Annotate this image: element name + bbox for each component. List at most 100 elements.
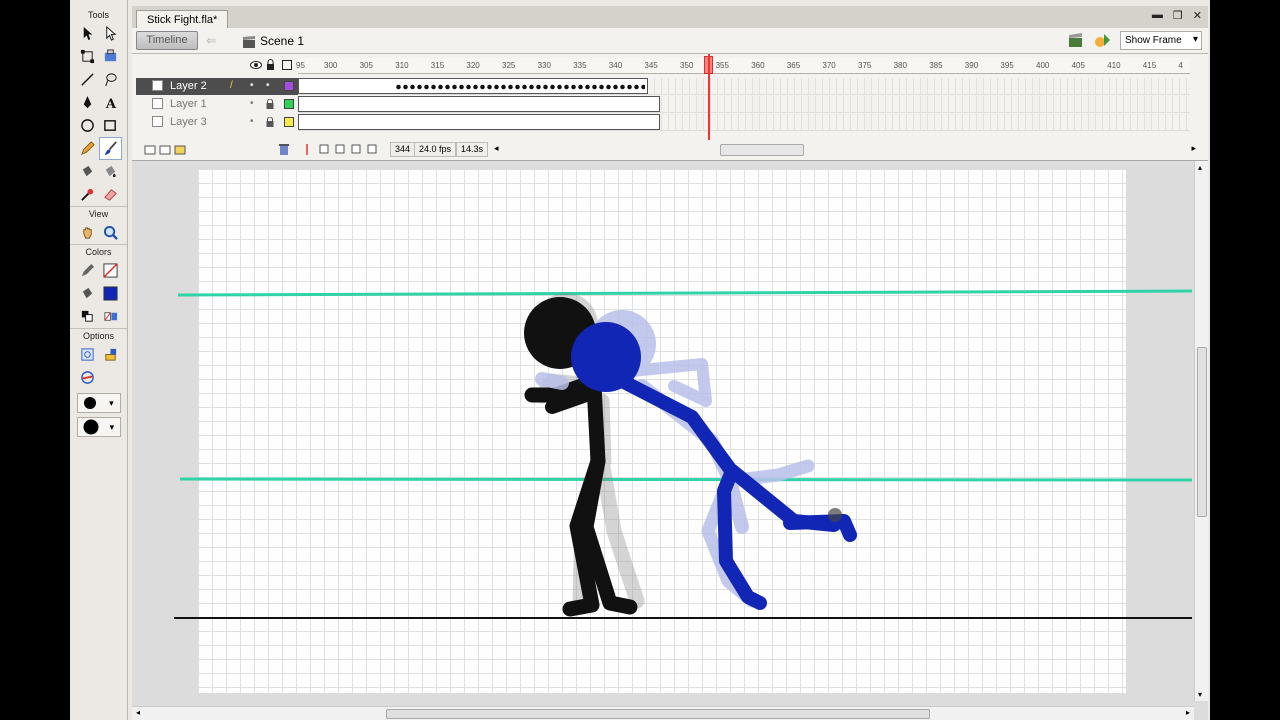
timeline-status-bar: 344 24.0 fps 14.3s ◂ ▸ xyxy=(136,142,1204,158)
edit-scene-icon[interactable] xyxy=(1068,32,1086,48)
scene-label: Scene 1 xyxy=(260,34,305,48)
ruler-tick: 390 xyxy=(964,61,979,70)
frame-span[interactable] xyxy=(298,96,660,112)
hand-tool-icon[interactable] xyxy=(76,221,99,244)
ruler-tick: 370 xyxy=(822,61,836,70)
stage-horizontal-scrollbar[interactable]: ◂ ▸ xyxy=(132,706,1194,720)
selection-tool-icon[interactable] xyxy=(76,22,99,45)
text-tool-icon[interactable]: A xyxy=(99,91,122,114)
layer-row-layer-2[interactable]: Layer 2 / • • xyxy=(136,78,298,95)
ink-bottle-tool-icon[interactable] xyxy=(76,160,99,183)
svg-text:A: A xyxy=(104,97,116,110)
scroll-right-icon[interactable]: ▸ xyxy=(1191,143,1196,154)
colors-section-label: Colors xyxy=(70,244,127,259)
scroll-left-icon[interactable]: ◂ xyxy=(136,708,140,717)
oval-tool-icon[interactable] xyxy=(76,114,99,137)
black-white-icon[interactable] xyxy=(76,305,99,328)
ruler-tick: 380 xyxy=(893,61,907,70)
zoom-select[interactable]: Show Frame xyxy=(1120,31,1202,50)
frames-layer-1[interactable] xyxy=(298,96,1190,113)
pencil-tool-icon[interactable] xyxy=(76,137,99,160)
free-transform-tool-icon[interactable] xyxy=(76,45,99,68)
eyedropper-tool-icon[interactable] xyxy=(76,183,99,206)
timeline-toggle-button[interactable]: Timeline xyxy=(136,31,198,50)
show-hide-eye-icon[interactable] xyxy=(250,60,262,70)
layer-outline-color[interactable] xyxy=(284,81,294,91)
scroll-right-icon[interactable]: ▸ xyxy=(1186,708,1190,717)
layer-row-layer-1[interactable]: Layer 1 • xyxy=(136,96,298,113)
document-tab[interactable]: Stick Fight.fla* xyxy=(136,10,229,28)
brush-tool-icon[interactable] xyxy=(98,137,122,160)
onion-skin-buttons-icon[interactable] xyxy=(302,143,382,156)
visibility-dot[interactable]: • xyxy=(250,116,254,127)
ruler-tick: 4 xyxy=(1178,61,1183,70)
window-controls: ▬ ❐ ✕ xyxy=(1152,9,1202,22)
pencil-edit-icon: / xyxy=(230,80,233,91)
frames-layer-2[interactable] xyxy=(298,78,1190,95)
stage-area[interactable]: ▴ ▾ ◂ ▸ xyxy=(132,160,1208,720)
subselection-tool-icon[interactable] xyxy=(99,22,122,45)
object-drawing-icon[interactable] xyxy=(76,343,99,366)
ruler-tick: 95 xyxy=(296,61,305,70)
outline-layers-icon[interactable] xyxy=(282,60,292,70)
elapsed-time-display: 14.3s xyxy=(456,142,489,157)
lasso-tool-icon[interactable] xyxy=(99,68,122,91)
ruler-tick: 350 xyxy=(680,61,694,70)
lock-icon[interactable] xyxy=(266,117,274,127)
frames-layer-3[interactable] xyxy=(298,114,1190,131)
brush-mode-icon[interactable] xyxy=(76,366,99,389)
layer-outline-color[interactable] xyxy=(284,99,294,109)
lock-dot[interactable]: • xyxy=(266,80,270,91)
line-tool-icon[interactable] xyxy=(76,68,99,91)
brush-shape-select[interactable]: ▾ xyxy=(76,417,121,437)
edit-symbols-icon[interactable] xyxy=(1094,32,1112,48)
stroke-color-swatch[interactable] xyxy=(99,259,122,282)
scroll-left-icon[interactable]: ◂ xyxy=(494,143,499,154)
scroll-up-icon[interactable]: ▴ xyxy=(1198,163,1202,172)
lock-fill-icon[interactable] xyxy=(99,343,122,366)
scene-breadcrumb[interactable]: Scene 1 xyxy=(242,34,304,49)
ruler-tick: 320 xyxy=(466,61,480,70)
gradient-transform-tool-icon[interactable] xyxy=(99,45,122,68)
frame-rate-display[interactable]: 24.0 fps xyxy=(414,142,457,157)
visibility-dot[interactable]: • xyxy=(250,80,254,91)
options-section-label: Options xyxy=(70,328,127,343)
brush-size-select[interactable]: ▾ xyxy=(76,393,121,413)
layer-outline-color[interactable] xyxy=(284,117,294,127)
stroke-color-pencil-icon[interactable] xyxy=(76,259,99,282)
visibility-dot[interactable]: • xyxy=(250,98,254,109)
pen-tool-icon[interactable] xyxy=(76,91,99,114)
swap-colors-icon[interactable] xyxy=(99,305,122,328)
stage-horizontal-thumb[interactable] xyxy=(386,709,930,719)
frame-ruler[interactable]: 95 300 305 310 315 320 325 330 335 340 345 350 355 36… xyxy=(296,58,1190,74)
zoom-tool-icon[interactable] xyxy=(99,221,122,244)
fill-color-bucket-icon[interactable] xyxy=(76,282,99,305)
frame-span[interactable] xyxy=(298,114,660,130)
stage-vertical-scrollbar[interactable]: ▴ ▾ xyxy=(1194,161,1208,701)
restore-icon[interactable]: ❐ xyxy=(1173,9,1183,22)
back-arrow-icon[interactable]: ⇐ xyxy=(206,33,217,49)
ruler-tick: 385 xyxy=(929,61,943,70)
fill-color-swatch[interactable] xyxy=(99,282,122,305)
ruler-tick: 305 xyxy=(359,61,373,70)
ruler-tick: 325 xyxy=(502,61,516,70)
guide-line-top xyxy=(177,289,1193,297)
lock-icon[interactable] xyxy=(266,99,274,109)
brush-shape-circle-icon xyxy=(83,419,99,435)
delete-layer-trash-icon[interactable] xyxy=(278,143,290,156)
layer-buttons-icon[interactable] xyxy=(144,144,186,156)
lock-layers-icon[interactable] xyxy=(266,59,275,70)
timeline-scroll-thumb[interactable] xyxy=(720,144,804,156)
paint-bucket-tool-icon[interactable] xyxy=(99,160,122,183)
close-icon[interactable]: ✕ xyxy=(1193,9,1202,22)
ruler-tick: 340 xyxy=(608,61,623,70)
eraser-tool-icon[interactable] xyxy=(99,183,122,206)
stick-fight-artwork[interactable] xyxy=(132,161,1208,701)
rectangle-tool-icon[interactable] xyxy=(99,114,122,137)
ruler-tick: 300 xyxy=(324,61,338,70)
layer-row-layer-3[interactable]: Layer 3 • xyxy=(136,114,298,131)
scroll-down-icon[interactable]: ▾ xyxy=(1198,690,1202,699)
minimize-icon[interactable]: ▬ xyxy=(1152,9,1163,22)
stage-vertical-thumb[interactable] xyxy=(1197,347,1207,517)
ruler-tick: 345 xyxy=(644,61,658,70)
